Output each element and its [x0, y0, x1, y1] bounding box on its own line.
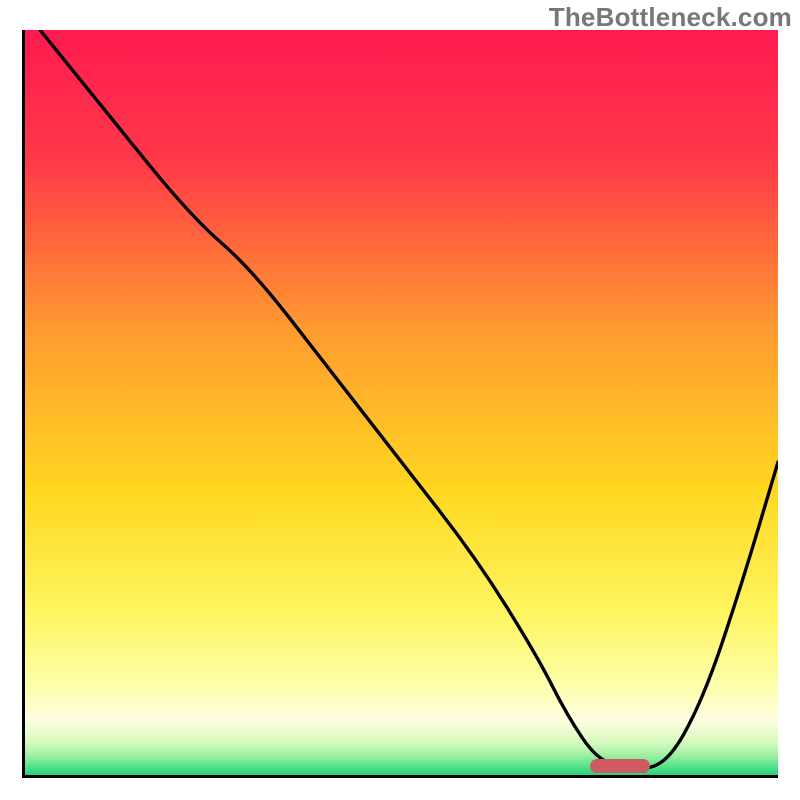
curve-layer	[25, 30, 778, 775]
watermark-text: TheBottleneck.com	[549, 2, 792, 33]
plot-area	[22, 30, 778, 778]
bottleneck-curve-line	[40, 30, 778, 768]
optimal-zone-marker	[590, 759, 650, 773]
bottleneck-chart: TheBottleneck.com	[0, 0, 800, 800]
